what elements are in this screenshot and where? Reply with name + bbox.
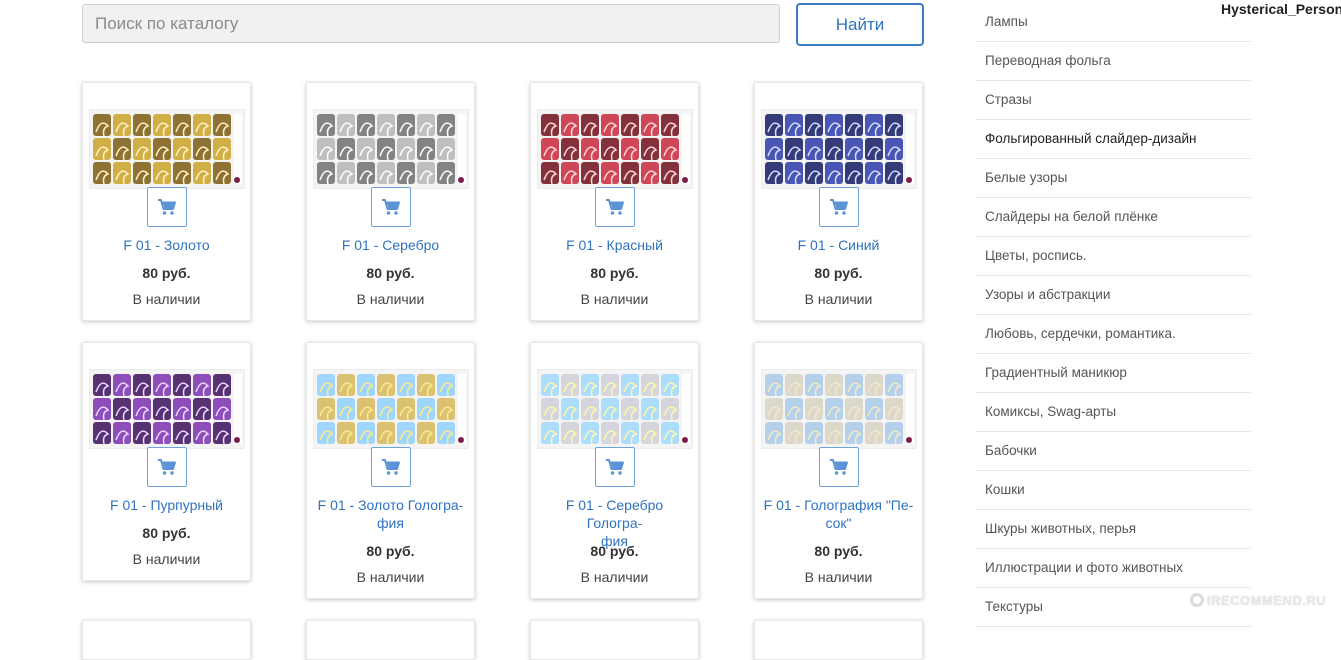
product-image-frame[interactable] [89, 369, 245, 449]
product-name-link[interactable]: F 01 - Золото Гологра-фия [315, 496, 466, 532]
add-to-cart-button[interactable] [371, 187, 411, 227]
product-image-frame[interactable] [89, 109, 245, 189]
product-name-line: F 01 - Пурпурный [110, 497, 223, 513]
product-image [762, 370, 916, 448]
category-sidebar: Лампы Переводная фольга Стразы Фольгированн… [975, 3, 1251, 627]
product-image-frame[interactable] [313, 369, 469, 449]
product-name-link[interactable]: F 01 - Серебро [315, 236, 466, 254]
stock-status: В наличии [132, 551, 201, 567]
product-image [90, 110, 244, 188]
product-name-line: F 01 - Золото Гологра- [317, 497, 464, 513]
product-image-frame[interactable] [313, 109, 469, 189]
stock-status: В наличии [580, 569, 649, 585]
product-name-line: F 01 - Голография "Пе- [763, 497, 914, 513]
watermark-logo: IRECOMMEND.RU [1190, 593, 1326, 608]
category-item[interactable]: Иллюстрации и фото животных [975, 549, 1251, 588]
search-button[interactable]: Найти [796, 3, 924, 46]
product-price: 80 руб. [814, 543, 863, 559]
add-to-cart-button[interactable] [147, 447, 187, 487]
category-item[interactable]: Белые узоры [975, 159, 1251, 198]
cart-icon [606, 459, 624, 475]
product-card[interactable]: F 01 - Золото 80 руб. В наличии [82, 82, 251, 321]
cart-icon [158, 459, 176, 475]
product-name-link[interactable]: F 01 - Синий [763, 236, 914, 254]
product-price: 80 руб. [142, 525, 191, 541]
category-item[interactable]: Градиентный маникюр [975, 354, 1251, 393]
product-image [314, 110, 468, 188]
stock-status: В наличии [132, 291, 201, 307]
product-card[interactable]: F 01 - Серебро Гологра-фия 80 руб. В налич… [530, 342, 699, 599]
product-name-link[interactable]: F 01 - Серебро Гологра-фия [539, 496, 690, 550]
add-to-cart-button[interactable] [819, 187, 859, 227]
cart-icon [830, 459, 848, 475]
product-card[interactable]: F 01 - Голография "Пе-сок" 80 руб. В налич… [754, 342, 923, 599]
product-price: 80 руб. [366, 543, 415, 559]
add-to-cart-button[interactable] [595, 187, 635, 227]
cart-icon [382, 199, 400, 215]
category-item[interactable]: Фольгированный слайдер-дизайн [975, 120, 1251, 159]
product-image [90, 370, 244, 448]
product-image [538, 370, 692, 448]
add-to-cart-button[interactable] [595, 447, 635, 487]
category-item[interactable]: Цветы, роспись. [975, 237, 1251, 276]
category-item[interactable]: Переводная фольга [975, 42, 1251, 81]
product-image [314, 370, 468, 448]
stock-status: В наличии [804, 569, 873, 585]
cart-icon [158, 199, 176, 215]
product-image-frame[interactable] [761, 369, 917, 449]
category-item[interactable]: Лампы [975, 3, 1251, 42]
cart-icon [830, 199, 848, 215]
stock-status: В наличии [580, 291, 649, 307]
add-to-cart-button[interactable] [819, 447, 859, 487]
search-input[interactable] [82, 4, 780, 43]
product-price: 80 руб. [142, 265, 191, 281]
category-item[interactable]: Комиксы, Swag-арты [975, 393, 1251, 432]
product-price: 80 руб. [366, 265, 415, 281]
product-name-link[interactable]: F 01 - Золото [91, 236, 242, 254]
category-item[interactable]: Кошки [975, 471, 1251, 510]
product-card-partial[interactable] [754, 620, 923, 660]
product-name-link[interactable]: F 01 - Красный [539, 236, 690, 254]
watermark-text: IRECOMMEND.RU [1207, 593, 1327, 608]
product-card-partial[interactable] [530, 620, 699, 660]
product-card[interactable]: F 01 - Синий 80 руб. В наличии [754, 82, 923, 321]
product-card-partial[interactable] [82, 620, 251, 660]
cart-icon [382, 459, 400, 475]
add-to-cart-button[interactable] [147, 187, 187, 227]
category-item[interactable]: Узоры и абстракции [975, 276, 1251, 315]
category-item[interactable]: Слайдеры на белой плёнке [975, 198, 1251, 237]
product-name-link[interactable]: F 01 - Голография "Пе-сок" [763, 496, 914, 532]
product-name-link[interactable]: F 01 - Пурпурный [91, 496, 242, 514]
product-image-frame[interactable] [761, 109, 917, 189]
product-price: 80 руб. [590, 265, 639, 281]
product-name-line: F 01 - Серебро [341, 237, 440, 253]
product-card-partial[interactable] [306, 620, 475, 660]
product-card[interactable]: F 01 - Пурпурный 80 руб. В наличии [82, 342, 251, 581]
stock-status: В наличии [356, 291, 425, 307]
category-item[interactable]: Любовь, сердечки, романтика. [975, 315, 1251, 354]
category-item[interactable]: Стразы [975, 81, 1251, 120]
category-item[interactable]: Шкуры животных, перья [975, 510, 1251, 549]
product-name-line: фия [377, 515, 404, 531]
product-image [538, 110, 692, 188]
product-card[interactable]: F 01 - Золото Гологра-фия 80 руб. В наличи… [306, 342, 475, 599]
cart-icon [606, 199, 624, 215]
product-name-line: F 01 - Красный [566, 237, 663, 253]
product-price: 80 руб. [814, 265, 863, 281]
product-price: 80 руб. [590, 543, 639, 559]
category-item[interactable]: Бабочки [975, 432, 1251, 471]
product-name-line: F 01 - Золото [123, 237, 210, 253]
add-to-cart-button[interactable] [371, 447, 411, 487]
product-image [762, 110, 916, 188]
product-card[interactable]: F 01 - Красный 80 руб. В наличии [530, 82, 699, 321]
product-image-frame[interactable] [537, 109, 693, 189]
product-name-line: F 01 - Серебро Гологра- [565, 497, 664, 531]
product-image-frame[interactable] [537, 369, 693, 449]
product-card[interactable]: F 01 - Серебро 80 руб. В наличии [306, 82, 475, 321]
stock-status: В наличии [804, 291, 873, 307]
stock-status: В наличии [356, 569, 425, 585]
product-name-line: F 01 - Синий [797, 237, 880, 253]
product-name-line: сок" [825, 515, 852, 531]
user-name: Hysterical_Person [1221, 1, 1341, 17]
